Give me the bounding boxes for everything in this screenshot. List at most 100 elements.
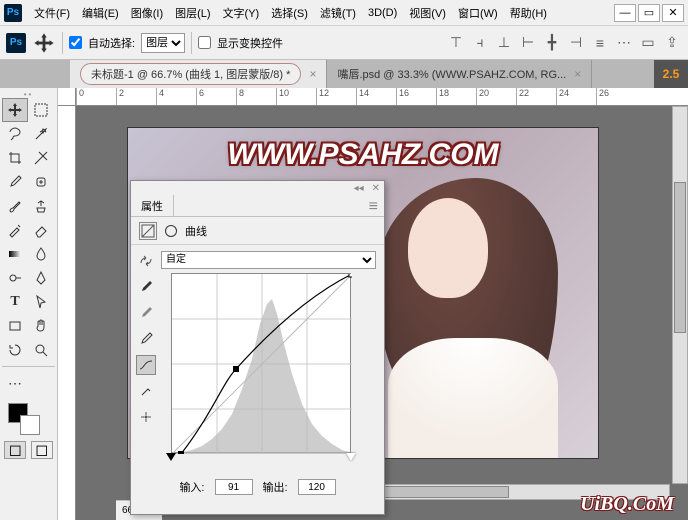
color-swatches[interactable] bbox=[2, 399, 55, 439]
show-transform-checkbox[interactable] bbox=[198, 36, 211, 49]
window-minimize-button[interactable]: — bbox=[614, 4, 636, 22]
sample-white-eyedropper[interactable] bbox=[136, 329, 156, 349]
ruler-origin[interactable] bbox=[58, 88, 76, 106]
lasso-tool[interactable] bbox=[2, 122, 28, 146]
zoom-tool[interactable] bbox=[28, 338, 54, 362]
type-tool[interactable]: T bbox=[2, 290, 28, 314]
input-label: 输入: bbox=[179, 479, 204, 495]
separator bbox=[191, 32, 192, 54]
eraser-tool[interactable] bbox=[28, 218, 54, 242]
clone-stamp-tool[interactable] bbox=[28, 194, 54, 218]
align-right-icon[interactable]: ⊣ bbox=[566, 33, 586, 53]
menu-filter[interactable]: 滤镜(T) bbox=[314, 3, 362, 23]
crop-tool[interactable] bbox=[2, 146, 28, 170]
auto-select-label: 自动选择: bbox=[88, 35, 135, 51]
watermark-text: WWW.PSAHZ.COM bbox=[227, 138, 498, 172]
background-color[interactable] bbox=[20, 415, 40, 435]
toolbox-drag-handle[interactable] bbox=[2, 90, 55, 98]
app-icon-small: Ps bbox=[6, 33, 26, 53]
menu-help[interactable]: 帮助(H) bbox=[504, 3, 553, 23]
quick-mask-mode-icon[interactable]: ◻ bbox=[31, 441, 53, 459]
menu-type[interactable]: 文字(Y) bbox=[217, 3, 266, 23]
gradient-tool[interactable] bbox=[2, 242, 28, 266]
vertical-ruler[interactable] bbox=[58, 106, 76, 520]
move-tool-indicator[interactable] bbox=[32, 31, 56, 55]
magic-wand-tool[interactable] bbox=[28, 122, 54, 146]
align-top-icon[interactable]: ⊤ bbox=[446, 33, 466, 53]
marquee-tool[interactable] bbox=[28, 98, 54, 122]
auto-select-checkbox[interactable] bbox=[69, 36, 82, 49]
horizontal-ruler[interactable]: 0 2 4 6 8 10 12 14 16 18 20 22 24 26 bbox=[76, 88, 688, 106]
hand-tool[interactable] bbox=[28, 314, 54, 338]
slice-tool[interactable] bbox=[28, 146, 54, 170]
menu-view[interactable]: 视图(V) bbox=[403, 3, 452, 23]
output-label: 输出: bbox=[263, 479, 288, 495]
document-tab-2[interactable]: 嘴唇.psd @ 33.3% (WWW.PSAHZ.COM, RG... × bbox=[327, 60, 592, 88]
separator bbox=[62, 32, 63, 54]
sample-black-eyedropper[interactable] bbox=[136, 277, 156, 297]
right-panel-value[interactable]: 2.5 bbox=[654, 60, 688, 88]
menu-layer[interactable]: 图层(L) bbox=[169, 3, 216, 23]
move-tool[interactable] bbox=[2, 98, 28, 122]
white-point-slider[interactable] bbox=[346, 453, 356, 461]
dodge-tool[interactable] bbox=[2, 266, 28, 290]
panel-menu-icon[interactable]: ≡ bbox=[363, 195, 384, 216]
blur-tool[interactable] bbox=[28, 242, 54, 266]
rectangle-tool[interactable] bbox=[2, 314, 28, 338]
toolbox: T ⋯ ◻ ◻ bbox=[0, 88, 58, 520]
menu-bar: Ps 文件(F) 编辑(E) 图像(I) 图层(L) 文字(Y) 选择(S) 滤… bbox=[0, 0, 688, 26]
brush-tool[interactable] bbox=[2, 194, 28, 218]
channel-dropdown[interactable]: 自定 bbox=[161, 251, 376, 269]
3d-mode-icon[interactable]: ▭ bbox=[638, 33, 658, 53]
menu-select[interactable]: 选择(S) bbox=[265, 3, 314, 23]
panel-close-icon[interactable]: ✕ bbox=[372, 183, 380, 194]
menu-edit[interactable]: 编辑(E) bbox=[76, 3, 125, 23]
tab-label: 未标题-1 @ 66.7% (曲线 1, 图层蒙版/8) * bbox=[91, 69, 290, 81]
input-sliders[interactable] bbox=[171, 453, 351, 465]
more-icon[interactable]: ⋯ bbox=[614, 33, 634, 53]
mask-icon[interactable] bbox=[165, 225, 177, 237]
menu-window[interactable]: 窗口(W) bbox=[452, 3, 504, 23]
menu-file[interactable]: 文件(F) bbox=[28, 3, 76, 23]
eyedropper-tool[interactable] bbox=[2, 170, 28, 194]
history-brush-tool[interactable] bbox=[2, 218, 28, 242]
menu-image[interactable]: 图像(I) bbox=[125, 3, 169, 23]
edit-toolbar-icon[interactable]: ⋯ bbox=[2, 371, 28, 395]
auto-button[interactable] bbox=[136, 251, 156, 271]
standard-mode-icon[interactable]: ◻ bbox=[4, 441, 26, 459]
black-point-slider[interactable] bbox=[166, 453, 176, 461]
share-icon[interactable]: ⇪ bbox=[662, 33, 682, 53]
curves-graph[interactable] bbox=[171, 273, 351, 453]
align-vcenter-icon[interactable]: ⫞ bbox=[470, 33, 490, 53]
app-icon: Ps bbox=[4, 4, 22, 22]
uibq-watermark: UiBQ.CoM bbox=[580, 493, 674, 516]
window-maximize-button[interactable]: ▭ bbox=[638, 4, 660, 22]
close-tab-icon[interactable]: × bbox=[574, 67, 581, 81]
target-adjustment-icon[interactable] bbox=[136, 407, 156, 427]
photo-subject bbox=[358, 168, 578, 458]
pen-tool[interactable] bbox=[28, 266, 54, 290]
draw-curve-icon[interactable] bbox=[136, 381, 156, 401]
vertical-scrollbar[interactable] bbox=[672, 106, 688, 484]
input-value-field[interactable] bbox=[215, 479, 253, 495]
align-bottom-icon[interactable]: ⊥ bbox=[494, 33, 514, 53]
properties-tab[interactable]: 属性 bbox=[131, 195, 174, 216]
healing-brush-tool[interactable] bbox=[28, 170, 54, 194]
rotate-view-tool[interactable] bbox=[2, 338, 28, 362]
align-hcenter-icon[interactable]: ╋ bbox=[542, 33, 562, 53]
close-tab-icon[interactable]: × bbox=[309, 67, 316, 81]
panel-collapse-icon[interactable]: ◂◂ bbox=[354, 183, 364, 194]
sample-gray-eyedropper[interactable] bbox=[136, 303, 156, 323]
path-selection-tool[interactable] bbox=[28, 290, 54, 314]
show-transform-label: 显示变换控件 bbox=[217, 35, 283, 51]
tab-label: 嘴唇.psd @ 33.3% (WWW.PSAHZ.COM, RG... bbox=[337, 66, 566, 82]
distribute-icon[interactable]: ≡ bbox=[590, 33, 610, 53]
document-tab-1[interactable]: 未标题-1 @ 66.7% (曲线 1, 图层蒙版/8) * × bbox=[70, 60, 327, 88]
menu-3d[interactable]: 3D(D) bbox=[362, 5, 403, 21]
auto-select-dropdown[interactable]: 图层 bbox=[141, 33, 185, 53]
edit-points-icon[interactable] bbox=[136, 355, 156, 375]
document-tab-bar: 未标题-1 @ 66.7% (曲线 1, 图层蒙版/8) * × 嘴唇.psd … bbox=[0, 60, 688, 88]
output-value-field[interactable] bbox=[298, 479, 336, 495]
align-left-icon[interactable]: ⊢ bbox=[518, 33, 538, 53]
window-close-button[interactable]: ✕ bbox=[662, 4, 684, 22]
